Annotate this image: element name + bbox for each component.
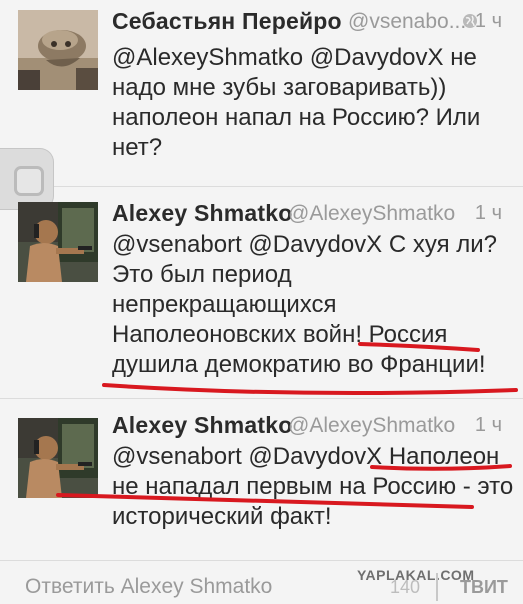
avatar-image [18, 202, 98, 282]
tweet-header: Alexey Shmatko @AlexeyShmatko 1 ч [112, 408, 512, 444]
tweet-line: @AlexeyShmatko @DavydovX не [112, 44, 477, 71]
tweet-line: наполеон напал на Россию? Или [112, 104, 481, 131]
tweet-line: Наполеоновских войн! Россия [112, 321, 448, 348]
author-name[interactable]: Alexey Shmatko [112, 412, 293, 439]
tweet-header: Себастьян Перейро @vsenabo... 1 ч [112, 4, 512, 40]
author-name[interactable]: Alexey Shmatko [112, 200, 293, 227]
tweet-line: @vsenabort @DavydovX Наполеон [112, 443, 500, 470]
tweet-line: душила демократию во Франции! [112, 351, 486, 378]
tweet-2[interactable]: Alexey Shmatko @AlexeyShmatko 1 ч @vsena… [0, 192, 523, 398]
reply-bar: Ответить Alexey Shmatko YAPLAKAL.COM 140… [0, 560, 523, 604]
avatar-image [18, 10, 98, 90]
avatar[interactable] [18, 418, 98, 498]
tweet-line: непрекращающихся [112, 291, 337, 318]
tweet-time: 1 ч [474, 414, 502, 436]
tweet-time: 1 ч [474, 10, 502, 32]
divider [0, 186, 523, 187]
tweet-line: нет? [112, 134, 163, 161]
tweet-text: @AlexeyShmatko @DavydovX не надо мне зуб… [112, 43, 512, 163]
divider [0, 398, 523, 399]
tweet-line: надо мне зубы заговаривать)) [112, 74, 447, 101]
tweet-button[interactable]: ТВИТ [460, 577, 508, 598]
tweet-time: 1 ч [474, 202, 502, 224]
tweet-1[interactable]: Себастьян Перейро @vsenabo... 1 ч @Alexe… [0, 0, 523, 182]
reply-input[interactable]: Ответить Alexey Shmatko [25, 575, 272, 599]
author-name[interactable]: Себастьян Перейро [112, 8, 342, 35]
avatar[interactable] [18, 10, 98, 90]
author-handle[interactable]: @AlexeyShmatko [288, 202, 455, 226]
tweet-text: @vsenabort @DavydovX Наполеон не нападал… [112, 442, 514, 532]
tweet-line: исторический факт! [112, 503, 332, 530]
author-handle[interactable]: @vsenabo... [348, 10, 466, 34]
tweet-line: не нападал первым на Россию - это [112, 473, 514, 500]
tweet-line: @vsenabort @DavydovX С хуя ли? [112, 231, 497, 258]
tweet-line: Это был период [112, 261, 292, 288]
char-counter: 140 [390, 577, 421, 597]
tweet-header: Alexey Shmatko @AlexeyShmatko 1 ч [112, 196, 512, 232]
divider [436, 573, 438, 601]
author-handle[interactable]: @AlexeyShmatko [288, 414, 455, 438]
avatar[interactable] [18, 202, 98, 282]
avatar-image [18, 418, 98, 498]
tweet-text: @vsenabort @DavydovX С хуя ли? Это был п… [112, 230, 512, 380]
tweet-3[interactable]: Alexey Shmatko @AlexeyShmatko 1 ч @vsena… [0, 404, 523, 554]
